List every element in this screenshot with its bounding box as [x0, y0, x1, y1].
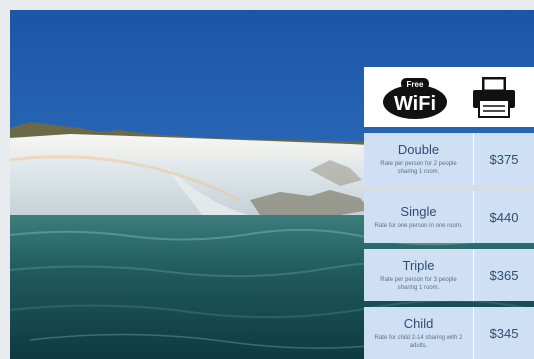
rate-info: Triple Rate per person for 3 people shar… [364, 249, 474, 301]
rate-price: $440 [489, 209, 519, 225]
rate-name: Triple [402, 258, 435, 273]
rate-description: Rate for child 2-14 sharing with 2 adult… [374, 335, 463, 349]
rate-info: Single Rate for one person in one room. [364, 191, 474, 243]
rates-list: Double Rate per person for 2 people shar… [364, 127, 534, 359]
wifi-badge: Free [406, 80, 423, 89]
rate-name: Double [397, 142, 440, 157]
rate-info: Double Rate per person for 2 people shar… [364, 133, 474, 185]
rate-price: $375 [489, 151, 519, 167]
amenities-bar: Free WiFi [364, 67, 534, 127]
rate-price: $365 [489, 267, 519, 283]
page-frame: Free WiFi Double Rate per person for 2 p… [0, 0, 534, 359]
rate-name: Single [400, 204, 437, 219]
rate-row-triple: Triple Rate per person for 3 people shar… [364, 249, 534, 301]
wifi-label: WiFi [393, 93, 435, 115]
wifi-icon: Free WiFi [381, 74, 449, 120]
rate-description: Rate per person for 2 people sharing 1 r… [380, 161, 457, 175]
rate-description: Rate for one person in one room. [374, 223, 463, 229]
printer-icon [470, 74, 518, 120]
pricing-panel: Free WiFi Double Rate per person for 2 p… [364, 67, 534, 359]
rate-price: $345 [489, 325, 519, 341]
rate-row-single: Single Rate for one person in one room. … [364, 191, 534, 243]
rate-row-double: Double Rate per person for 2 people shar… [364, 133, 534, 185]
rate-info: Child Rate for child 2-14 sharing with 2… [364, 307, 474, 359]
rate-description: Rate per person for 3 people sharing 1 r… [380, 277, 457, 291]
rate-row-child: Child Rate for child 2-14 sharing with 2… [364, 307, 534, 359]
rate-name: Child [403, 316, 434, 331]
